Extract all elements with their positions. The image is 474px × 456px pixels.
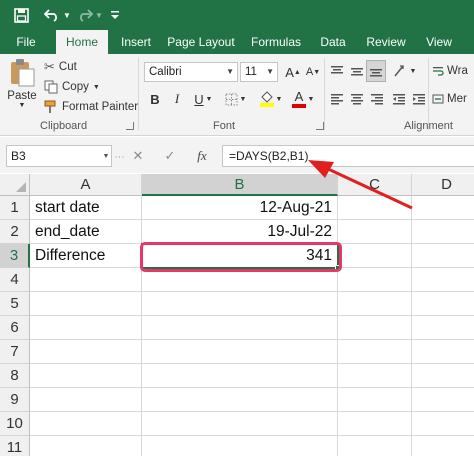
annotation-arrow (308, 160, 413, 210)
